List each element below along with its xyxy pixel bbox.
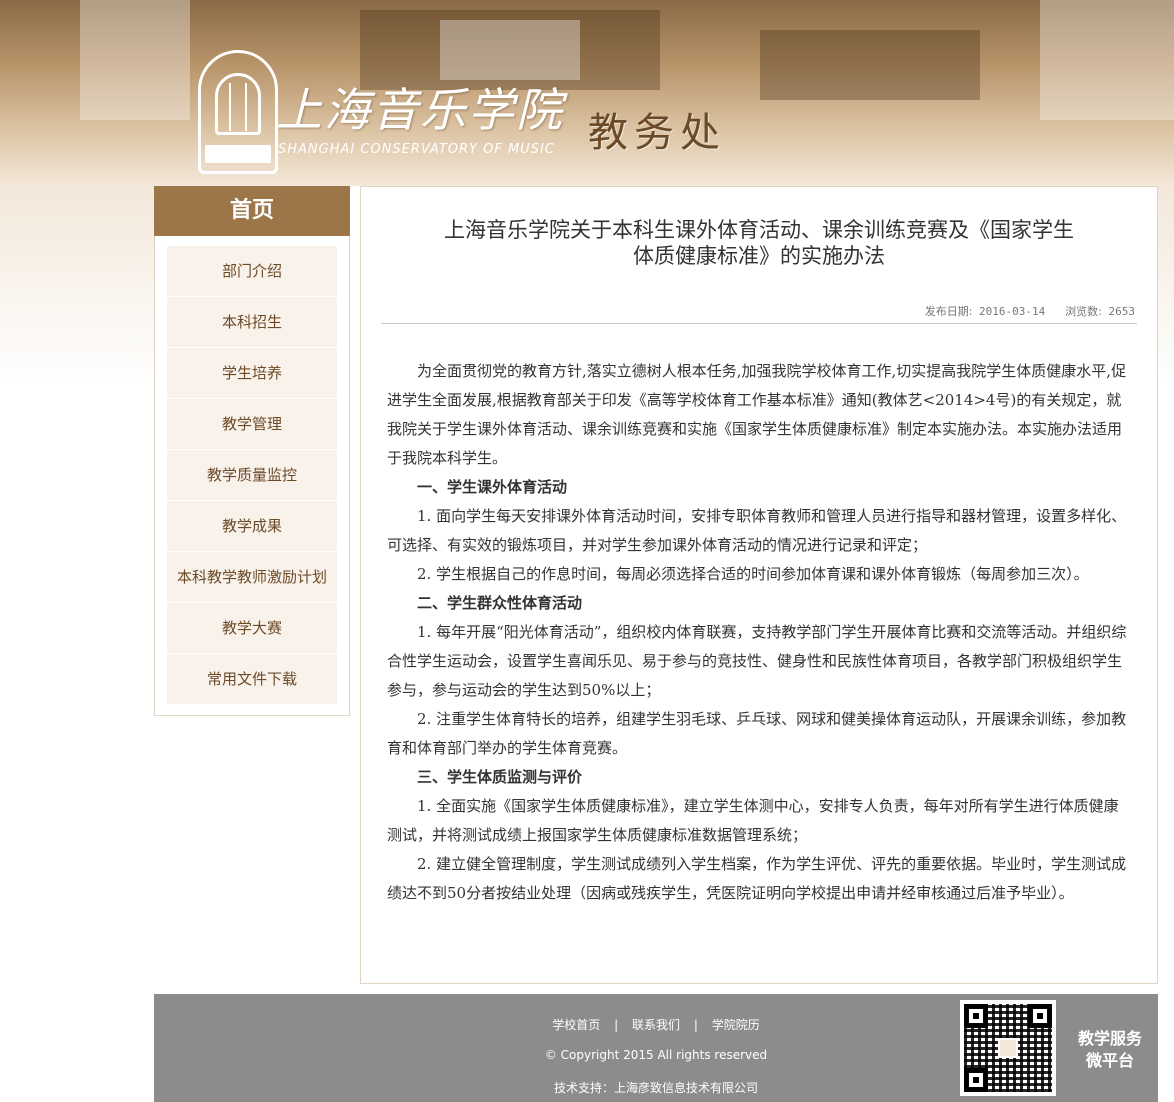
article-title: 上海音乐学院关于本科生课外体育活动、课余训练竞赛及《国家学生 体质健康标准》的实… xyxy=(401,217,1117,269)
section-heading: 二、学生群众性体育活动 xyxy=(417,594,583,612)
school-name-en: SHANGHAI CONSERVATORY OF MUSIC xyxy=(278,142,555,157)
article-paragraph: 1. 全面实施《国家学生体质健康标准》，建立学生体测中心，安排专人负责，每年对所… xyxy=(387,797,1119,844)
footer: 学校首页 | 联系我们 | 学院院历 © Copyright 2015 All … xyxy=(154,994,1158,1102)
footer-separator: | xyxy=(614,1018,619,1032)
publish-date: 2016-03-14 xyxy=(979,305,1046,318)
department-title: 教务处 xyxy=(588,110,726,156)
article-paragraph: 1. 面向学生每天安排课外体育活动时间，安排专职体育教师和管理人员进行指导和器材… xyxy=(387,507,1127,554)
sidebar-item-student-training[interactable]: 学生培养 xyxy=(167,348,337,399)
school-name-cn[interactable]: 上海音乐学院 xyxy=(276,74,564,140)
wechat-label-line: 微平台 xyxy=(1085,1051,1134,1070)
wechat-label-line: 教学服务 xyxy=(1077,1029,1142,1048)
section-heading: 一、学生课外体育活动 xyxy=(417,478,568,496)
sidebar-item-dept-intro[interactable]: 部门介绍 xyxy=(167,246,337,297)
sidebar-item-downloads[interactable]: 常用文件下载 xyxy=(167,654,337,705)
article-panel: 上海音乐学院关于本科生课外体育活动、课余训练竞赛及《国家学生 体质健康标准》的实… xyxy=(360,186,1158,984)
sidebar-item-teaching-achievements[interactable]: 教学成果 xyxy=(167,501,337,552)
article-paragraph: 为全面贯彻党的教育方针,落实立德树人根本任务,加强我院学校体育工作,切实提高我院… xyxy=(387,362,1127,467)
sidebar: 首页 部门介绍 本科招生 学生培养 教学管理 教学质量监控 教学成果 本科教学教… xyxy=(154,186,350,716)
article-paragraph: 2. 注重学生体育特长的培养，组建学生羽毛球、乒乓球、网球和健美操体育运动队，开… xyxy=(387,710,1127,757)
footer-link-contact[interactable]: 联系我们 xyxy=(632,1018,680,1032)
building-graphic xyxy=(80,0,190,120)
title-divider xyxy=(381,323,1137,324)
building-graphic xyxy=(440,20,580,80)
background-fade xyxy=(1158,186,1174,386)
article-body: 为全面贯彻党的教育方针,落实立德树人根本任务,加强我院学校体育工作,切实提高我院… xyxy=(387,357,1133,908)
footer-link-home[interactable]: 学校首页 xyxy=(552,1018,600,1032)
views-label: 浏览数: xyxy=(1065,305,1102,318)
building-graphic xyxy=(1040,0,1174,120)
sidebar-item-teaching-contest[interactable]: 教学大赛 xyxy=(167,603,337,654)
article-paragraph: 1. 每年开展“阳光体育活动”，组织校内体育联赛，支持教学部门学生开展体育比赛和… xyxy=(387,623,1127,699)
article-meta: 发布日期: 2016-03-14 浏览数: 2653 xyxy=(925,303,1135,319)
qr-code-icon xyxy=(960,1000,1056,1096)
wechat-platform-label: 教学服务 微平台 xyxy=(1070,1028,1150,1072)
sidebar-item-admissions[interactable]: 本科招生 xyxy=(167,297,337,348)
header-banner: 上海音乐学院 SHANGHAI CONSERVATORY OF MUSIC 教务… xyxy=(0,0,1174,186)
publish-date-label: 发布日期: xyxy=(924,305,973,318)
sidebar-item-teacher-incentive[interactable]: 本科教学教师激励计划 xyxy=(167,552,337,603)
sidebar-menu: 部门介绍 本科招生 学生培养 教学管理 教学质量监控 教学成果 本科教学教师激励… xyxy=(155,236,349,705)
background-fade xyxy=(0,186,154,386)
article-paragraph: 2. 学生根据自己的作息时间，每周必须选择合适的时间参加体育课和课外体育锻炼（每… xyxy=(417,565,1089,583)
views-count: 2653 xyxy=(1108,305,1136,318)
article-title-line: 上海音乐学院关于本科生课外体育活动、课余训练竞赛及《国家学生 xyxy=(444,218,1074,242)
sidebar-item-quality-monitoring[interactable]: 教学质量监控 xyxy=(167,450,337,501)
footer-link-calendar[interactable]: 学院院历 xyxy=(712,1018,760,1032)
footer-separator: | xyxy=(693,1018,698,1032)
article-paragraph: 2. 建立健全管理制度，学生测试成绩列入学生档案，作为学生评优、评先的重要依据。… xyxy=(387,855,1127,902)
sidebar-home-link[interactable]: 首页 xyxy=(154,186,350,236)
building-graphic xyxy=(760,30,980,100)
section-heading: 三、学生体质监测与评价 xyxy=(417,768,583,786)
article-title-line: 体质健康标准》的实施办法 xyxy=(633,244,885,268)
sidebar-item-teaching-management[interactable]: 教学管理 xyxy=(167,399,337,450)
school-emblem-icon[interactable] xyxy=(198,50,278,174)
